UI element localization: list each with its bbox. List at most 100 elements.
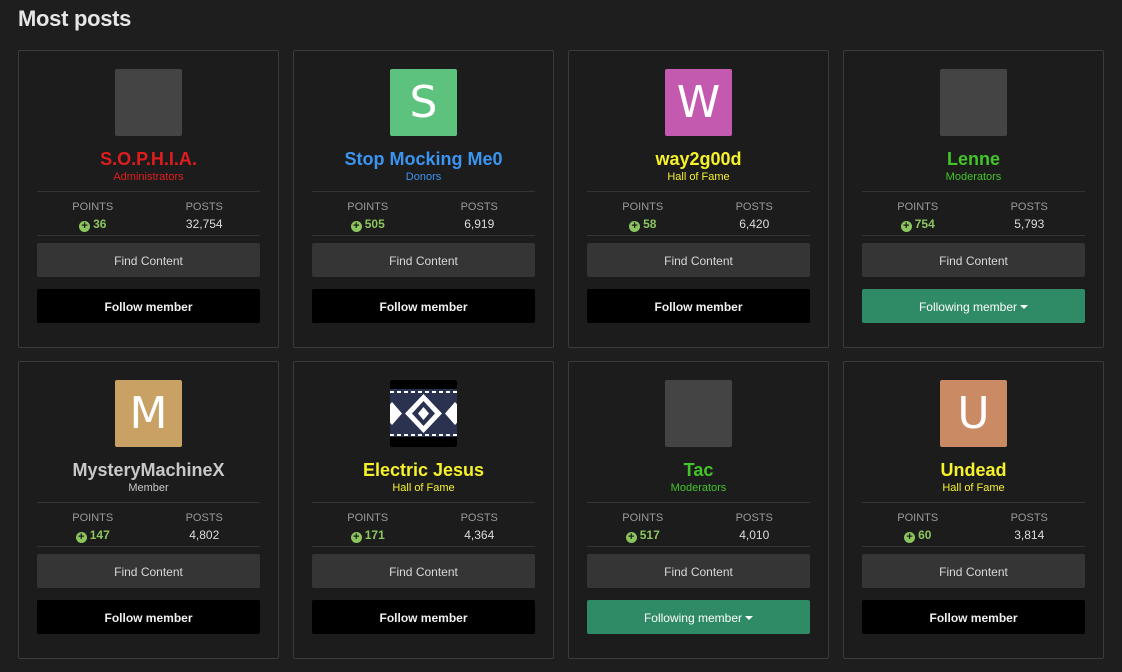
divider — [312, 502, 535, 503]
follow-label: Follow member — [104, 611, 193, 625]
points-label: POINTS — [347, 512, 389, 524]
member-name[interactable]: MysteryMachineX — [37, 460, 260, 480]
follow-member-button[interactable]: Follow member — [312, 600, 535, 634]
divider — [37, 235, 260, 236]
points-stat: POINTS +147 — [37, 512, 149, 544]
posts-label: POSTS — [185, 512, 223, 524]
points-value: +171 — [312, 529, 424, 543]
avatar[interactable] — [665, 380, 732, 447]
stats: POINTS +147 POSTS 4,802 — [37, 512, 260, 544]
page: Most posts S.O.P.H.I.A. Administrators P… — [0, 0, 1122, 672]
caret-down-icon — [1020, 305, 1029, 309]
member-card: Electric Jesus Hall of Fame POINTS +171 … — [293, 361, 554, 659]
posts-stat: POSTS 6,919 — [424, 201, 536, 233]
avatar-letter: S — [409, 77, 438, 128]
points-label: POINTS — [897, 201, 939, 213]
follow-member-button[interactable]: Follow member — [37, 600, 260, 634]
avatar[interactable]: W — [665, 69, 732, 136]
divider — [862, 546, 1085, 547]
posts-stat: POSTS 6,420 — [699, 201, 811, 233]
avatar[interactable] — [940, 69, 1007, 136]
find-content-button[interactable]: Find Content — [37, 554, 260, 588]
divider — [587, 502, 810, 503]
follow-member-button[interactable]: Follow member — [37, 289, 260, 323]
posts-value: 6,919 — [464, 217, 495, 231]
posts-stat: POSTS 3,814 — [974, 512, 1086, 544]
find-content-button[interactable]: Find Content — [587, 554, 810, 588]
following-label: Following member — [643, 611, 743, 625]
find-content-button[interactable]: Find Content — [862, 243, 1085, 277]
points-value: +754 — [862, 218, 974, 232]
posts-label: POSTS — [735, 201, 773, 213]
posts-label: POSTS — [460, 512, 498, 524]
member-card: Lenne Moderators POINTS +754 POSTS 5,793… — [843, 50, 1104, 348]
member-group: Moderators — [945, 171, 1002, 183]
points-stat: POINTS +517 — [587, 512, 699, 544]
posts-value: 4,010 — [739, 528, 770, 542]
posts-label: POSTS — [1010, 512, 1048, 524]
member-group: Donors — [405, 171, 442, 183]
stats: POINTS +58 POSTS 6,420 — [587, 201, 810, 233]
posts-label: POSTS — [185, 201, 223, 213]
members-grid: S.O.P.H.I.A. Administrators POINTS +36 P… — [18, 50, 1104, 659]
member-name[interactable]: Lenne — [862, 149, 1085, 169]
avatar-letter: M — [129, 388, 168, 439]
follow-member-button[interactable]: Follow member — [587, 289, 810, 323]
member-card: Tac Moderators POINTS +517 POSTS 4,010 F… — [568, 361, 829, 659]
divider — [862, 235, 1085, 236]
member-group: Member — [128, 482, 169, 494]
posts-value: 32,754 — [185, 217, 223, 231]
points-value: +505 — [312, 218, 424, 232]
member-name[interactable]: S.O.P.H.I.A. — [37, 149, 260, 169]
member-card: U Undead Hall of Fame POINTS +60 POSTS 3… — [843, 361, 1104, 659]
posts-stat: POSTS 4,010 — [699, 512, 811, 544]
points-value: +147 — [37, 529, 149, 543]
stats: POINTS +36 POSTS 32,754 — [37, 201, 260, 233]
stats: POINTS +60 POSTS 3,814 — [862, 512, 1085, 544]
member-name[interactable]: Stop Mocking Me0 — [312, 149, 535, 169]
find-content-button[interactable]: Find Content — [312, 243, 535, 277]
avatar[interactable] — [115, 69, 182, 136]
follow-label: Follow member — [929, 611, 1018, 625]
posts-label: POSTS — [460, 201, 498, 213]
points-value: +58 — [587, 218, 699, 232]
avatar[interactable]: S — [390, 69, 457, 136]
posts-value: 4,802 — [189, 528, 220, 542]
member-name[interactable]: Undead — [862, 460, 1085, 480]
points-number: 36 — [93, 217, 107, 231]
points-stat: POINTS +60 — [862, 512, 974, 544]
points-number: 517 — [639, 528, 660, 542]
stats: POINTS +754 POSTS 5,793 — [862, 201, 1085, 233]
section-title: Most posts — [18, 6, 132, 31]
points-stat: POINTS +36 — [37, 201, 149, 233]
caret-down-icon — [745, 616, 754, 620]
member-name[interactable]: Electric Jesus — [312, 460, 535, 480]
points-stat: POINTS +171 — [312, 512, 424, 544]
points-value: +517 — [587, 529, 699, 543]
avatar[interactable] — [390, 380, 457, 447]
find-content-button[interactable]: Find Content — [37, 243, 260, 277]
divider — [587, 235, 810, 236]
points-number: 171 — [364, 528, 385, 542]
member-name[interactable]: Tac — [587, 460, 810, 480]
following-member-button[interactable]: Following member — [587, 600, 810, 634]
points-number: 505 — [364, 217, 385, 231]
follow-member-button[interactable]: Follow member — [862, 600, 1085, 634]
find-content-button[interactable]: Find Content — [862, 554, 1085, 588]
posts-stat: POSTS 4,364 — [424, 512, 536, 544]
avatar[interactable]: M — [115, 380, 182, 447]
following-member-button[interactable]: Following member — [862, 289, 1085, 323]
plus-circle-icon: + — [75, 532, 87, 543]
plus-circle-icon: + — [79, 221, 91, 232]
avatar-letter: U — [957, 388, 990, 439]
avatar[interactable]: U — [940, 380, 1007, 447]
find-content-button[interactable]: Find Content — [312, 554, 535, 588]
follow-member-button[interactable]: Follow member — [312, 289, 535, 323]
plus-circle-icon: + — [625, 532, 637, 543]
stats: POINTS +505 POSTS 6,919 — [312, 201, 535, 233]
member-name[interactable]: way2g00d — [587, 149, 810, 169]
points-label: POINTS — [347, 201, 389, 213]
plus-circle-icon: + — [350, 532, 362, 543]
find-content-button[interactable]: Find Content — [587, 243, 810, 277]
posts-value: 4,364 — [464, 528, 495, 542]
